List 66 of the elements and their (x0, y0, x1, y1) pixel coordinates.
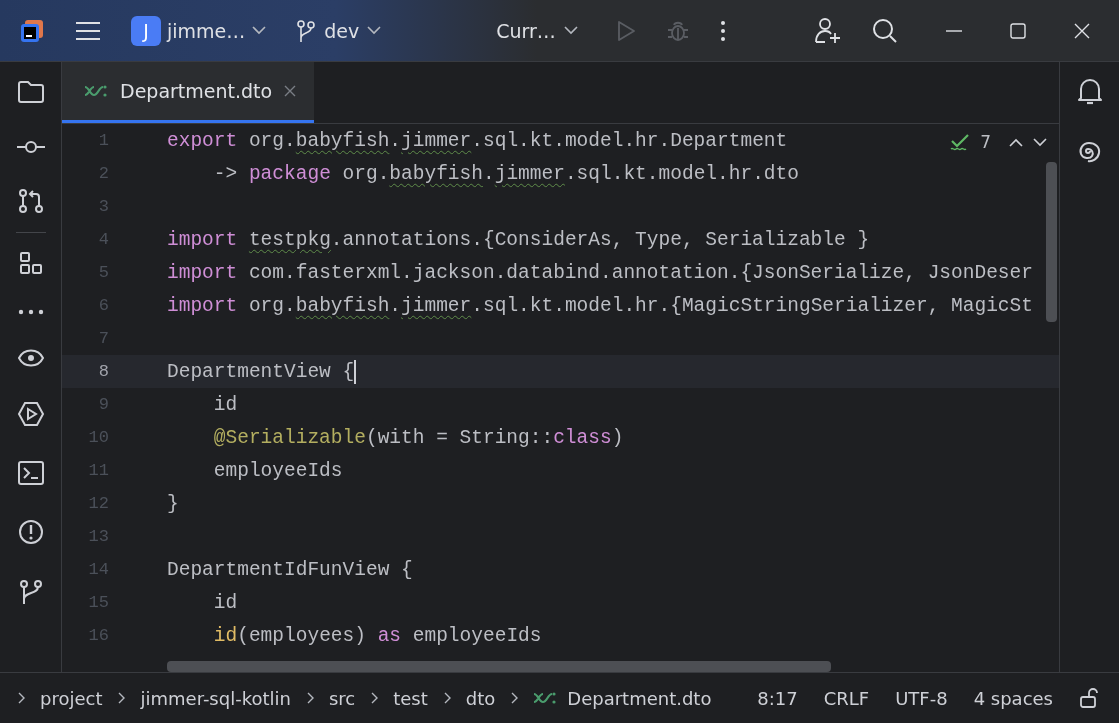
breadcrumb[interactable]: dto (465, 687, 496, 709)
code-line: id(employees) as employeeIds (212, 624, 542, 647)
chevron-down-icon[interactable] (367, 26, 382, 35)
minimize-icon[interactable] (946, 29, 962, 32)
inspection-count: 7 (980, 132, 991, 152)
dto-file-icon (533, 691, 558, 705)
code-line: -> package org.babyfish.jimmer.sql.kt.model.hr.dto (212, 162, 799, 185)
project-selector[interactable]: J jimme… (131, 10, 267, 51)
previous-icon[interactable] (1009, 137, 1023, 147)
add-user-icon[interactable] (814, 17, 842, 44)
breadcrumb[interactable]: jimmer-sql-kotlin (140, 687, 291, 709)
chevron-right-icon (306, 692, 315, 704)
code-line: import com.fasterxml.jackson.databind.annotation.{JsonSerialize, JsonDeser (167, 261, 1033, 284)
folder-icon[interactable] (16, 80, 45, 104)
code-line: } (167, 492, 179, 515)
notifications-icon[interactable] (1076, 78, 1103, 106)
breadcrumb[interactable]: src (328, 687, 356, 709)
git-branch-icon[interactable] (18, 579, 43, 605)
breadcrumb[interactable]: Department.dto (533, 687, 712, 709)
pull-request-icon[interactable] (17, 188, 44, 214)
menu-icon[interactable] (75, 19, 101, 42)
line-separator[interactable]: CRLF (823, 687, 870, 709)
structure-icon[interactable] (18, 251, 43, 275)
line-number: 8 (97, 362, 109, 381)
text-caret (354, 359, 357, 384)
vertical-scrollbar[interactable] (1046, 162, 1057, 322)
code-line: DepartmentIdFunView { (167, 558, 413, 581)
branch-icon (296, 18, 317, 43)
branch-selector[interactable]: dev (296, 10, 382, 51)
code-line: @Serializable(with = String::class) (212, 426, 624, 449)
code-line: import testpkg.annotations.{ConsiderAs, Type, Serializable } (167, 228, 870, 251)
code-line: DepartmentView { (167, 360, 355, 383)
commit-icon[interactable] (16, 140, 45, 154)
breadcrumb[interactable]: project (40, 687, 103, 709)
chevron-right-icon (443, 692, 452, 704)
chevron-down-icon[interactable] (563, 26, 578, 35)
chevron-right-icon (118, 692, 127, 704)
run-config-selector[interactable]: Curr… (496, 10, 578, 51)
dto-file-icon (84, 84, 108, 98)
terminal-icon[interactable] (17, 461, 44, 485)
eye-icon[interactable] (17, 349, 44, 367)
indent-setting[interactable]: 4 spaces (973, 687, 1053, 709)
search-icon[interactable] (872, 17, 898, 44)
run-icon[interactable] (16, 401, 45, 427)
more-icon[interactable] (17, 309, 44, 315)
problems-icon[interactable] (17, 519, 44, 545)
horizontal-scrollbar[interactable] (167, 661, 831, 672)
code-line: id (212, 591, 238, 614)
file-encoding[interactable]: UTF-8 (895, 687, 948, 709)
next-icon[interactable] (1033, 137, 1047, 147)
check-icon[interactable] (950, 133, 971, 151)
chevron-right-icon (511, 692, 520, 704)
code-line: id (212, 393, 238, 416)
more-icon[interactable] (719, 19, 726, 42)
chevron-right-icon (371, 692, 380, 704)
maximize-icon[interactable] (1010, 22, 1026, 39)
code-line: employeeIds (212, 459, 343, 482)
lock-icon[interactable] (1079, 688, 1099, 708)
editor-tab[interactable]: Department.dto (62, 62, 315, 123)
chevron-down-icon[interactable] (252, 26, 267, 35)
breadcrumb[interactable]: test (393, 687, 428, 709)
app-logo-icon[interactable] (19, 17, 45, 44)
code-line: export org.babyfish.jimmer.sql.kt.model.hr.Department (167, 129, 788, 152)
code-line: import org.babyfish.jimmer.sql.kt.model.hr.{MagicStringSerializer, MagicSt (167, 294, 1033, 317)
chevron-right-icon (18, 692, 26, 704)
cursor-position[interactable]: 8:17 (757, 687, 798, 709)
